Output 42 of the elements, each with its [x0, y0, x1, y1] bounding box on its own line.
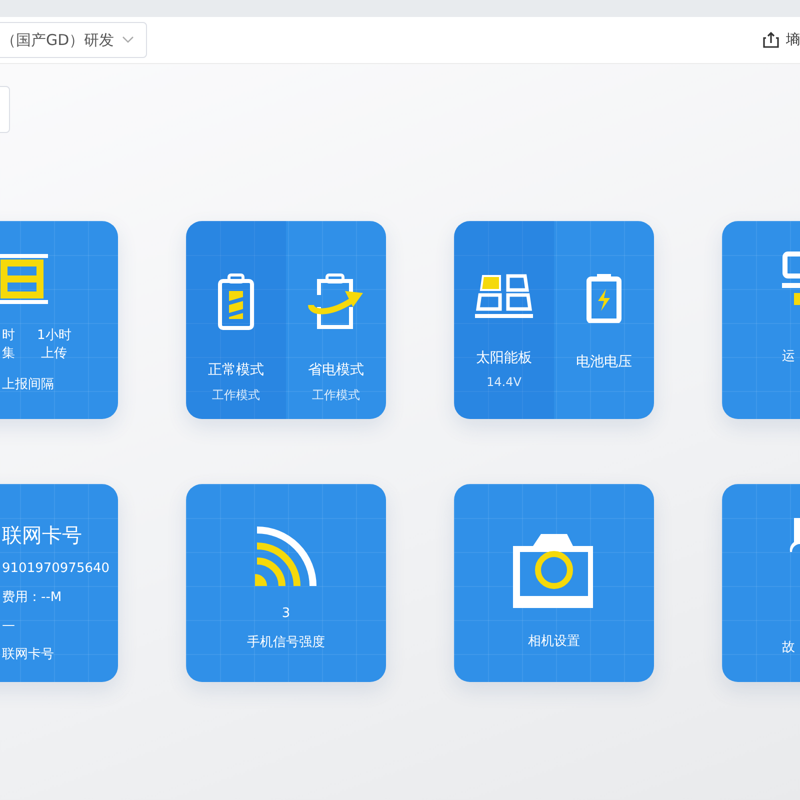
upload-tray-icon [762, 31, 780, 49]
tile-card[interactable]: 相机设置 [454, 484, 654, 682]
card-label: 运 [782, 348, 795, 365]
card-panel[interactable]: 省电模式 工作模式 [286, 221, 386, 419]
mode-title: 电池电压 [576, 353, 632, 371]
export-button[interactable]: 墒 [762, 31, 800, 49]
mode-title: 正常模式 [208, 361, 264, 379]
tile-card[interactable]: 时 集 1小时 上传 上报间隔 [0, 221, 118, 419]
signal-value: 3 [282, 606, 290, 621]
card-text: 费用：--M [2, 589, 62, 606]
solar-panel-icon [475, 273, 533, 319]
card-label: 联网卡号 [2, 646, 54, 663]
card-panel[interactable]: 电池电压 [554, 221, 654, 419]
tile-card[interactable]: 联网卡号 9101970975640 费用：--M — 联网卡号 [0, 484, 118, 682]
card-text: — [2, 618, 15, 633]
hourglass-icon [0, 251, 50, 307]
mode-subtitle: 工作模式 [212, 387, 260, 404]
charging-battery-icon [586, 273, 622, 323]
mode-title: 省电模式 [308, 361, 364, 379]
tile-card[interactable]: 故 [722, 484, 800, 682]
chevron-down-icon [122, 36, 134, 44]
tile-card[interactable]: 运 [722, 221, 800, 419]
card-panel[interactable]: 正常模式 工作模式 [186, 221, 286, 419]
interval-value: 1小时 [37, 327, 72, 345]
card-text: 9101970975640 [2, 561, 110, 576]
interval-action: 上传 [41, 345, 68, 363]
mode-subtitle: 14.4V [486, 375, 522, 389]
tile-card[interactable]: 3 手机信号强度 [186, 484, 386, 682]
mode-subtitle: 工作模式 [312, 387, 360, 404]
card-title: 联网卡号 [2, 522, 82, 549]
card-label: 手机信号强度 [247, 634, 325, 651]
project-select[interactable]: （国产GD）研发 [0, 22, 148, 58]
card-panel[interactable]: 太阳能板 14.4V [454, 221, 554, 419]
battery-icon [217, 273, 255, 331]
card-label: 相机设置 [528, 633, 580, 650]
card-label: 上报间隔 [2, 376, 54, 393]
interval-action: 集 [2, 345, 15, 363]
mode-title: 太阳能板 [476, 349, 532, 367]
signal-arcs-icon [255, 526, 317, 586]
interval-value: 时 [2, 327, 15, 345]
card-label: 故 [782, 639, 795, 656]
monitor-icon [782, 251, 800, 307]
